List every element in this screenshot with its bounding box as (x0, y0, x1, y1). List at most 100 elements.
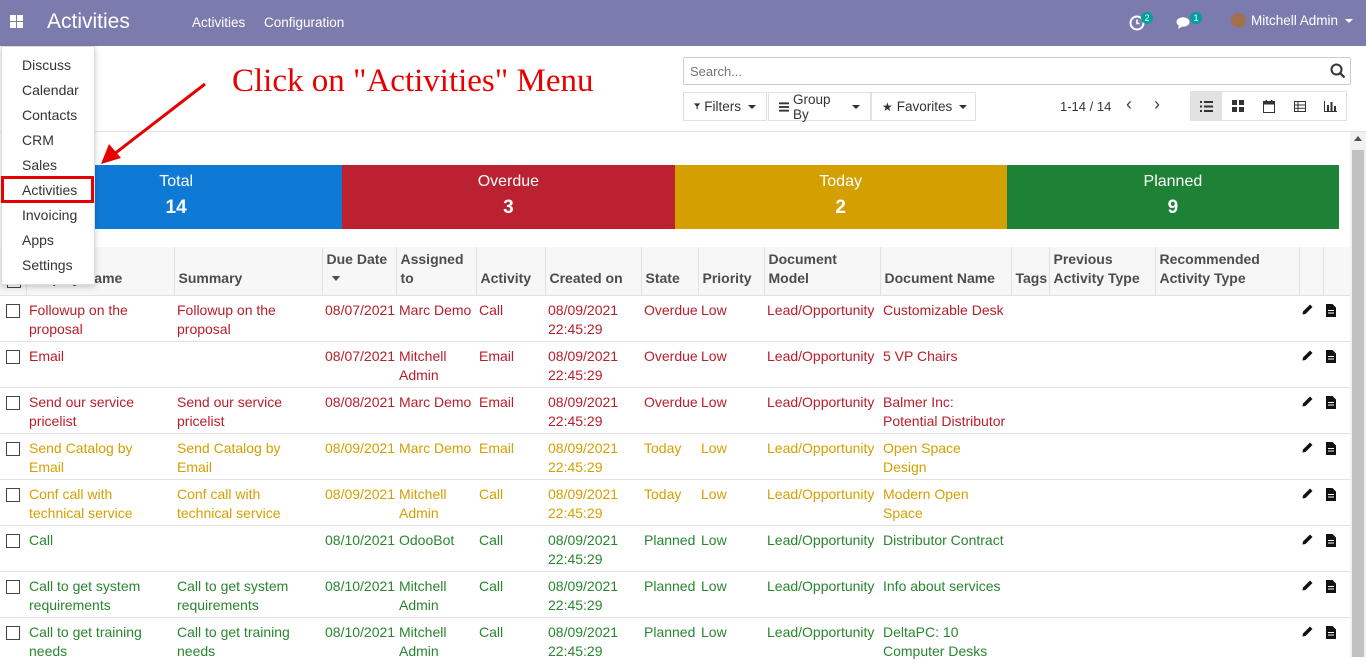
document-cell[interactable] (1323, 432, 1350, 479)
search-icon[interactable] (1330, 63, 1346, 79)
pencil-icon[interactable] (1302, 626, 1313, 637)
scrollbar-thumb[interactable] (1352, 150, 1364, 657)
table-row[interactable]: Followup on the proposal Followup on the … (0, 294, 1350, 341)
kanban-view-button[interactable] (1222, 92, 1253, 120)
row-checkbox[interactable] (6, 395, 20, 410)
graph-view-button[interactable] (1315, 92, 1346, 120)
row-select-cell[interactable] (0, 294, 26, 341)
row-select-cell[interactable] (0, 570, 26, 617)
stat-today[interactable]: Today 2 (674, 165, 1007, 229)
document-icon[interactable] (1326, 395, 1336, 409)
document-icon[interactable] (1326, 441, 1336, 455)
app-item-invoicing[interactable]: Invoicing (2, 203, 94, 228)
pencil-icon[interactable] (1302, 534, 1313, 545)
app-item-sales[interactable]: Sales (2, 153, 94, 178)
row-select-cell[interactable] (0, 386, 26, 433)
chevron-right-icon[interactable]: › (1154, 95, 1166, 113)
row-select-cell[interactable] (0, 524, 26, 571)
document-icon[interactable] (1326, 303, 1336, 317)
row-checkbox[interactable] (6, 579, 20, 594)
col-state[interactable]: State (640, 247, 698, 296)
favorites-button[interactable]: ★ Favorites (871, 92, 976, 121)
document-cell[interactable] (1323, 570, 1350, 617)
group-by-button[interactable]: Group By (768, 92, 871, 122)
table-row[interactable]: Conf call with technical service Conf cal… (0, 478, 1350, 525)
calendar-view-button[interactable] (1253, 92, 1284, 120)
row-checkbox[interactable] (6, 441, 20, 456)
app-item-calendar[interactable]: Calendar (2, 78, 94, 103)
edit-cell[interactable] (1299, 340, 1323, 387)
col-created-on[interactable]: Created on (544, 247, 641, 296)
edit-cell[interactable] (1299, 386, 1323, 433)
document-icon[interactable] (1326, 487, 1336, 501)
document-icon[interactable] (1326, 625, 1336, 639)
col-recommended-type[interactable]: Recommended Activity Type (1154, 247, 1299, 296)
apps-grid-icon[interactable] (10, 15, 23, 28)
document-icon[interactable] (1326, 533, 1336, 547)
search-input[interactable] (690, 64, 1290, 79)
activity-clock-button[interactable]: 2 (1129, 12, 1153, 36)
app-title[interactable]: Activities (47, 10, 130, 34)
document-cell[interactable] (1323, 524, 1350, 571)
col-priority[interactable]: Priority (697, 247, 764, 296)
table-row[interactable]: Email 08/07/2021 Mitchell Admin Email 08/09/… (0, 340, 1350, 387)
table-row[interactable]: Call 08/10/2021 OdooBot Call 08/09/2021 22:4… (0, 524, 1350, 571)
table-row[interactable]: Send Catalog by Email Send Catalog by Ema… (0, 432, 1350, 479)
edit-cell[interactable] (1299, 616, 1323, 663)
pencil-icon[interactable] (1302, 442, 1313, 453)
edit-cell[interactable] (1299, 524, 1323, 571)
document-icon[interactable] (1326, 349, 1336, 363)
col-document-model[interactable]: Document Model (763, 247, 880, 296)
edit-cell[interactable] (1299, 478, 1323, 525)
row-checkbox[interactable] (6, 487, 20, 502)
row-select-cell[interactable] (0, 478, 26, 525)
app-item-apps[interactable]: Apps (2, 228, 94, 253)
app-item-contacts[interactable]: Contacts (2, 103, 94, 128)
pencil-icon[interactable] (1302, 304, 1313, 315)
document-cell[interactable] (1323, 340, 1350, 387)
chevron-left-icon[interactable]: ‹ (1126, 95, 1138, 113)
table-row[interactable]: Call to get training needs Call to get tr… (0, 616, 1350, 663)
edit-cell[interactable] (1299, 432, 1323, 479)
document-icon[interactable] (1326, 579, 1336, 593)
col-activity[interactable]: Activity (475, 247, 545, 296)
document-cell[interactable] (1323, 386, 1350, 433)
pager-value[interactable]: 1-14 / 14 (1060, 99, 1111, 114)
app-item-crm[interactable]: CRM (2, 128, 94, 153)
scroll-up-icon[interactable] (1354, 136, 1362, 141)
menu-configuration[interactable]: Configuration (264, 15, 344, 30)
pivot-view-button[interactable] (1284, 92, 1315, 120)
stat-overdue[interactable]: Overdue 3 (342, 165, 675, 229)
list-view-button[interactable] (1191, 92, 1222, 120)
messages-button[interactable]: 1 (1176, 12, 1202, 36)
menu-activities[interactable]: Activities (192, 15, 245, 30)
table-row[interactable]: Send our service pricelist Send our servi… (0, 386, 1350, 433)
app-item-discuss[interactable]: Discuss (2, 53, 94, 78)
row-select-cell[interactable] (0, 616, 26, 663)
app-item-settings[interactable]: Settings (2, 253, 94, 278)
edit-cell[interactable] (1299, 294, 1323, 341)
pencil-icon[interactable] (1302, 350, 1313, 361)
document-cell[interactable] (1323, 478, 1350, 525)
row-select-cell[interactable] (0, 340, 26, 387)
user-menu[interactable]: Mitchell Admin (1231, 13, 1354, 28)
table-row[interactable]: Call to get system requirements Call to g… (0, 570, 1350, 617)
search-bar[interactable] (683, 57, 1351, 85)
col-document-name[interactable]: Document Name (879, 247, 1011, 296)
filters-button[interactable]: Filters (683, 92, 767, 121)
document-cell[interactable] (1323, 616, 1350, 663)
row-checkbox[interactable] (6, 349, 20, 364)
col-due-date[interactable]: Due Date (321, 247, 396, 296)
document-cell[interactable] (1323, 294, 1350, 341)
col-assigned-to[interactable]: Assigned to (395, 247, 476, 296)
pencil-icon[interactable] (1302, 488, 1313, 499)
col-previous-type[interactable]: Previous Activity Type (1048, 247, 1155, 296)
col-tags[interactable]: Tags (1010, 247, 1049, 296)
edit-cell[interactable] (1299, 570, 1323, 617)
row-checkbox[interactable] (6, 625, 20, 640)
pencil-icon[interactable] (1302, 396, 1313, 407)
col-summary[interactable]: Summary (173, 247, 322, 296)
stat-planned[interactable]: Planned 9 (1006, 165, 1339, 229)
row-checkbox[interactable] (6, 533, 20, 548)
pencil-icon[interactable] (1302, 580, 1313, 591)
